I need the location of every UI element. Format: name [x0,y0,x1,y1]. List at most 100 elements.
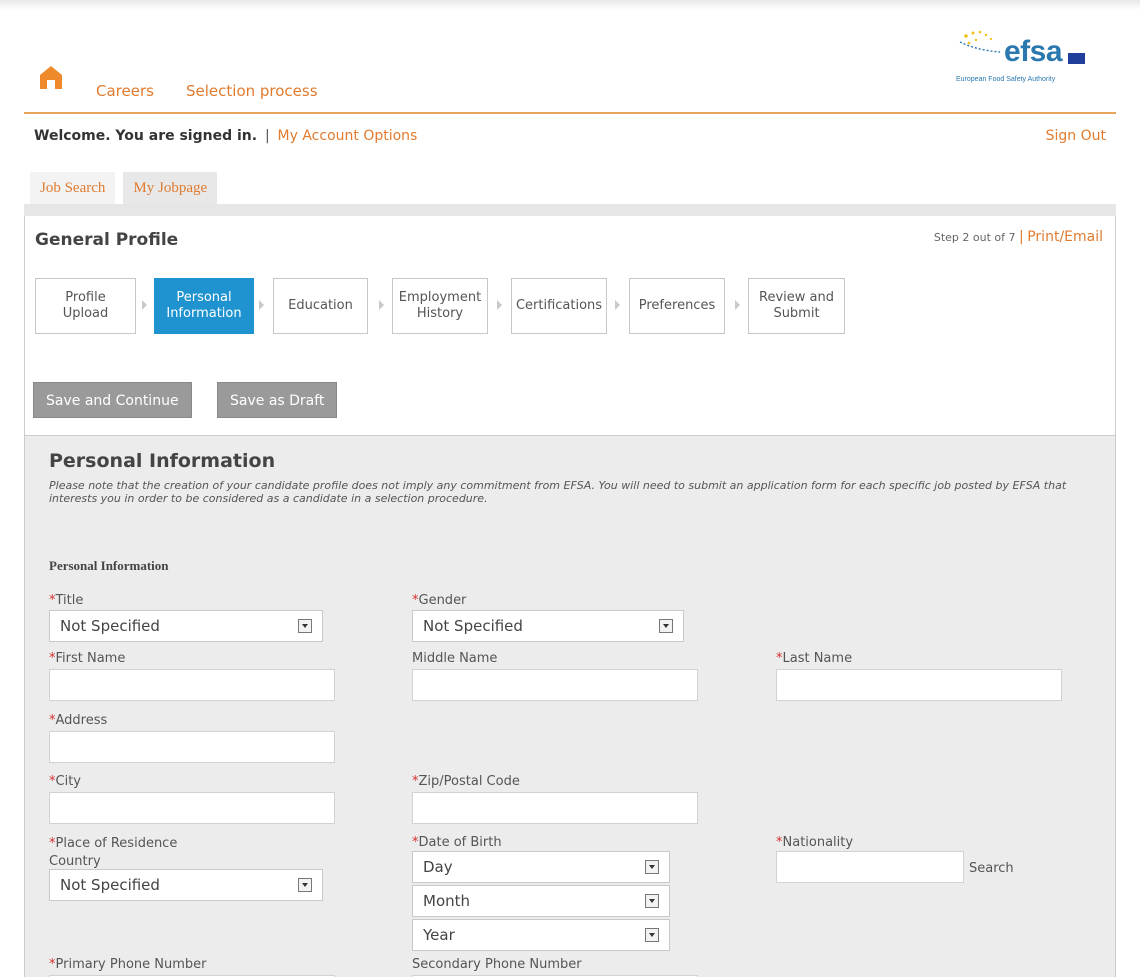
last-name-label: *Last Name [776,651,852,666]
step-arrow-icon [379,300,384,310]
label-text: Title [55,593,84,608]
address-label: *Address [49,713,107,728]
address-field[interactable] [49,731,335,763]
title-select[interactable]: Not Specified [49,610,323,642]
subsection-title: Personal Information [49,558,169,573]
welcome-separator: | [264,128,270,144]
label-text: Date of Birth [418,835,502,850]
title-label: *Title [49,593,83,608]
dropdown-arrow-icon [659,619,673,633]
sign-out-link[interactable]: Sign Out [1046,128,1106,144]
dob-label: *Date of Birth [412,835,502,850]
last-name-field[interactable] [776,669,1062,701]
tab-job-search[interactable]: Job Search [30,172,116,204]
step-label: Education [288,298,353,313]
dropdown-arrow-icon [298,878,312,892]
save-draft-button[interactable]: Save as Draft [217,382,338,418]
page-frame: Careers Selection process efsa European … [24,10,1116,977]
city-field[interactable] [49,792,335,824]
residence-label: *Place of Residence Country [49,835,177,871]
save-continue-button[interactable]: Save and Continue [33,382,192,418]
step-review-submit[interactable]: Review and Submit [748,278,845,334]
label-text: Gender [418,593,467,608]
step-certifications[interactable]: Certifications [511,278,607,334]
step-arrow-icon [259,300,264,310]
step-label: Review and Submit [759,290,834,321]
label-text: Nationality [782,835,854,850]
first-name-label: *First Name [49,651,125,666]
page-title: General Profile [35,230,179,250]
dob-month-select[interactable]: Month [412,885,670,917]
print-email-link[interactable]: Print/Email [1027,229,1103,245]
efsa-logo[interactable]: efsa European Food Safety Authority [956,28,1096,92]
nav-careers[interactable]: Careers [96,82,154,100]
step-profile-upload[interactable]: Profile Upload [35,278,136,334]
label-text: First Name [55,651,126,666]
step-indicator: Step 2 out of 7 | Print/Email [934,229,1103,245]
step-arrow-icon [497,300,502,310]
middle-name-field[interactable] [412,669,698,701]
tab-my-jobpage[interactable]: My Jobpage [123,172,218,204]
secondary-phone-label: Secondary Phone Number [412,957,582,972]
step-label: Personal Information [166,290,242,321]
nationality-search-link[interactable]: Search [969,861,1014,876]
select-value: Year [423,926,455,944]
dropdown-arrow-icon [645,928,659,942]
step-preferences[interactable]: Preferences [629,278,725,334]
first-name-field[interactable] [49,669,335,701]
welcome-text: Welcome. You are signed in. [34,128,258,144]
logo-word: efsa [1004,35,1063,68]
select-value: Not Specified [423,617,523,635]
step-personal-information[interactable]: Personal Information [154,278,254,334]
step-employment-history[interactable]: Employment History [392,278,488,334]
logo-subtitle: European Food Safety Authority [956,76,1056,83]
nationality-label: *Nationality [776,835,853,850]
step-education[interactable]: Education [273,278,368,334]
label-text: Place of Residence [55,836,178,851]
zip-field[interactable] [412,792,698,824]
tab-bar [24,204,1116,216]
account-options-link[interactable]: My Account Options [278,128,418,144]
eu-flag-icon [1068,53,1085,64]
label-text: Middle Name [412,651,498,666]
section-note: Please note that the creation of your ca… [49,479,1067,505]
select-value: Day [423,858,453,876]
label-text-line2: Country [49,854,101,869]
dropdown-arrow-icon [298,619,312,633]
select-value: Month [423,892,471,910]
dob-year-select[interactable]: Year [412,919,670,951]
residence-country-select[interactable]: Not Specified [49,869,323,901]
general-profile-panel: General Profile Step 2 out of 7 | Print/… [24,216,1116,436]
city-label: *City [49,774,81,789]
zip-label: *Zip/Postal Code [412,774,520,789]
step-arrow-icon [142,300,147,310]
personal-info-section: Personal Information Please note that th… [24,436,1116,977]
step-label: Certifications [515,298,603,313]
home-icon[interactable] [38,64,64,90]
select-value: Not Specified [60,617,160,635]
main-tabs: Job Search My Jobpage [30,172,225,204]
step-separator: | [1019,229,1024,245]
nationality-field[interactable] [776,851,964,883]
step-label: Employment History [398,290,482,321]
select-value: Not Specified [60,876,160,894]
gender-select[interactable]: Not Specified [412,610,684,642]
primary-phone-label: *Primary Phone Number [49,957,207,972]
label-text: Primary Phone Number [55,957,207,972]
nav-selection-process[interactable]: Selection process [186,82,318,100]
section-title: Personal Information [49,450,276,472]
dropdown-arrow-icon [645,894,659,908]
label-text: Last Name [782,651,853,666]
step-label: Preferences [638,298,716,313]
header-divider [24,112,1116,114]
label-text: Address [55,713,108,728]
dropdown-arrow-icon [645,860,659,874]
top-shadow [0,0,1140,10]
label-text: Zip/Postal Code [418,774,520,789]
welcome-bar: Welcome. You are signed in. | My Account… [34,128,417,144]
step-arrow-icon [735,300,740,310]
dob-day-select[interactable]: Day [412,851,670,883]
step-count: Step 2 out of 7 [933,231,1016,244]
gender-label: *Gender [412,593,466,608]
label-text: City [55,774,81,789]
